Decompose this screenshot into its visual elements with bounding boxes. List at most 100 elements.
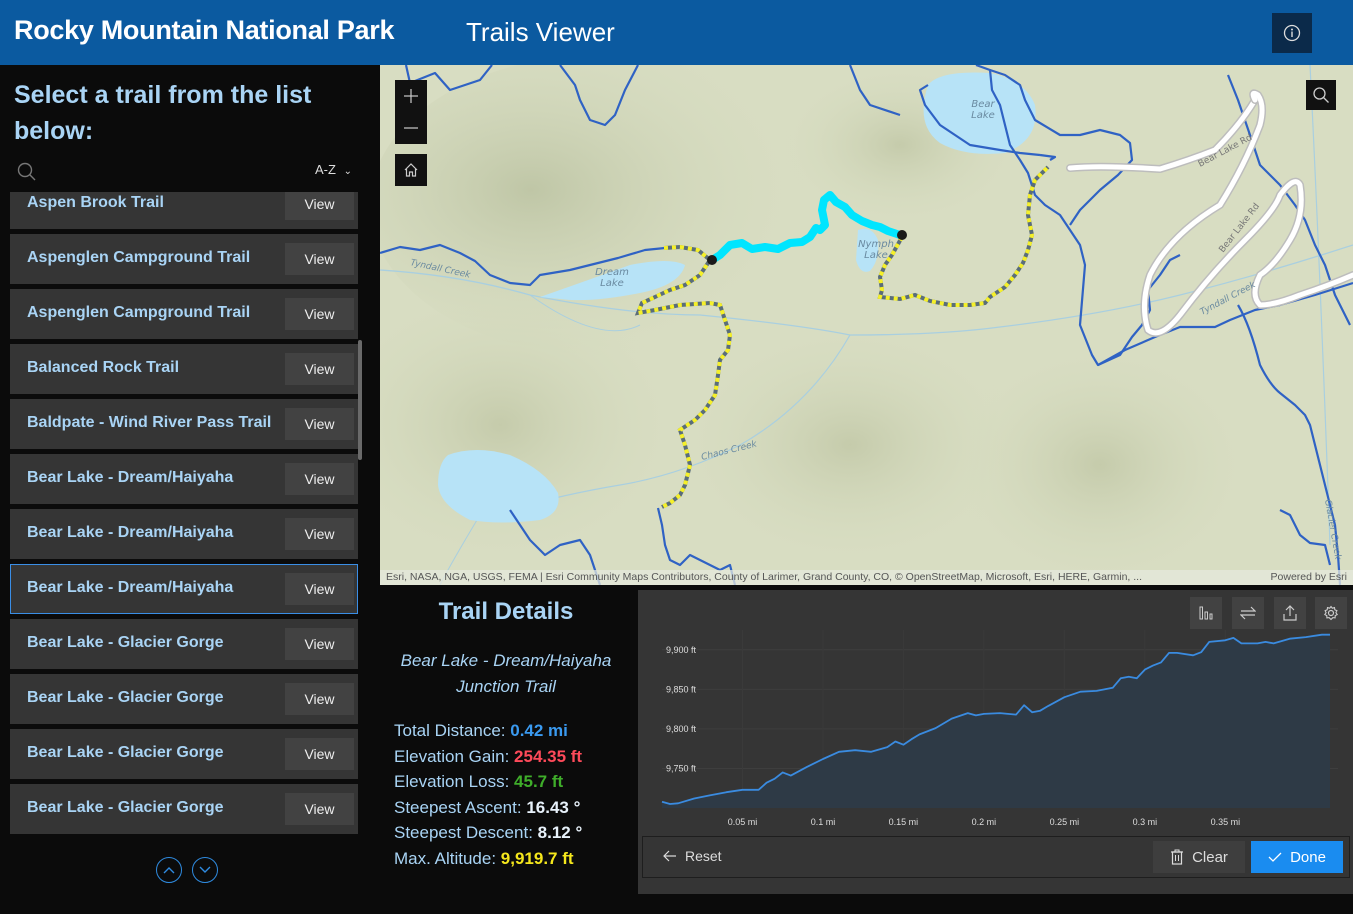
view-trail-button[interactable]: View <box>285 573 354 605</box>
stat-value: 8.12 ° <box>537 823 583 842</box>
stat-value: 16.43 ° <box>526 797 581 817</box>
trail-name-label: Bear Lake - Glacier Gorge <box>27 799 224 816</box>
settings-button[interactable] <box>1315 597 1347 629</box>
x-tick-label: 0.25 mi <box>1050 817 1080 827</box>
minus-icon <box>404 127 418 129</box>
trail-start-marker <box>707 255 717 265</box>
scroll-down-button[interactable] <box>192 857 218 883</box>
view-trail-button[interactable]: View <box>285 353 354 385</box>
list-prompt: Select a trail from the list below: <box>14 81 312 145</box>
legend-button[interactable] <box>1190 597 1222 629</box>
trail-list-item[interactable]: Bear Lake - Dream/Haiyaha View <box>10 564 358 614</box>
x-tick-label: 0.2 mi <box>972 817 997 827</box>
trash-icon <box>1171 849 1184 865</box>
trail-list-item[interactable]: Aspen Brook Trail View <box>10 192 358 229</box>
trail-list-item[interactable]: Bear Lake - Glacier Gorge View <box>10 619 358 669</box>
trail-name-label: Bear Lake - Glacier Gorge <box>27 689 224 706</box>
stat-value: 9,919.7 ft <box>500 848 574 868</box>
trail-name-label: Aspen Brook Trail <box>27 194 164 211</box>
trail-list-item[interactable]: Bear Lake - Glacier Gorge View <box>10 729 358 779</box>
app-header: Rocky Mountain National Park Trails View… <box>0 0 1353 65</box>
view-trail-button[interactable]: View <box>285 683 354 715</box>
trail-list-item[interactable]: Bear Lake - Dream/Haiyaha View <box>10 454 358 504</box>
y-tick-label: 9,800 ft <box>666 724 697 734</box>
attribution-text: Esri, NASA, NGA, USGS, FEMA | Esri Commu… <box>386 571 1142 583</box>
view-trail-button[interactable]: View <box>285 518 354 550</box>
trail-name-label: Bear Lake - Glacier Gorge <box>27 744 224 761</box>
trail-list: Aspen Brook Trail View Aspenglen Campgroun… <box>10 192 358 838</box>
info-button[interactable] <box>1272 13 1312 53</box>
sort-dropdown[interactable]: A-Z ⌄ <box>315 162 352 177</box>
view-trail-button[interactable]: View <box>285 463 354 495</box>
powered-by-esri[interactable]: Powered by Esri <box>1271 570 1347 585</box>
trail-end-marker <box>897 230 907 240</box>
view-trail-button[interactable]: View <box>285 298 354 330</box>
scroll-up-button[interactable] <box>156 857 182 883</box>
trail-list-item[interactable]: Bear Lake - Dream/Haiyaha View <box>10 509 358 559</box>
trail-list-item[interactable]: Bear Lake - Glacier Gorge View <box>10 784 358 834</box>
view-trail-button[interactable]: View <box>285 408 354 440</box>
chevron-up-circle-icon <box>163 867 175 874</box>
x-tick-label: 0.3 mi <box>1133 817 1158 827</box>
stat-value: 45.7 ft <box>514 772 564 791</box>
stat-value: 254.35 ft <box>514 746 583 766</box>
trail-name-label: Bear Lake - Glacier Gorge <box>27 634 224 651</box>
x-tick-label: 0.35 mi <box>1211 817 1241 827</box>
stat-row: Total Distance: 0.42 mi <box>394 718 582 744</box>
reset-button[interactable]: Reset <box>663 848 722 864</box>
x-tick-label: 0.15 mi <box>889 817 919 827</box>
trail-list-item[interactable]: Aspenglen Campground Trail View <box>10 234 358 284</box>
trail-list-item[interactable]: Balanced Rock Trail View <box>10 344 358 394</box>
swap-direction-button[interactable] <box>1232 597 1264 629</box>
trail-name-label: Baldpate - Wind River Pass Trail <box>27 414 272 431</box>
search-icon <box>1313 87 1329 103</box>
map-attribution: Esri, NASA, NGA, USGS, FEMA | Esri Commu… <box>380 570 1353 585</box>
done-label: Done <box>1290 848 1326 866</box>
clear-button[interactable]: Clear <box>1153 841 1245 873</box>
map-view[interactable]: Bear Lake Dream Lake Nymph Lake Tyndall Cre… <box>380 65 1353 585</box>
trail-list-item[interactable]: Aspenglen Campground Trail View <box>10 289 358 339</box>
list-scrollbar[interactable] <box>358 340 362 460</box>
stat-label: Elevation Loss: <box>394 772 510 791</box>
stat-row: Elevation Loss: 45.7 ft <box>394 769 582 795</box>
sort-label: A-Z <box>315 162 336 177</box>
checkmark-icon <box>1268 852 1282 862</box>
info-icon <box>1283 24 1301 42</box>
map-search-button[interactable] <box>1306 80 1336 110</box>
home-button[interactable] <box>395 154 427 186</box>
export-icon <box>1283 605 1297 621</box>
trail-name-label: Bear Lake - Dream/Haiyaha <box>27 579 234 596</box>
legend-icon <box>1199 606 1213 620</box>
trail-stats: Total Distance: 0.42 mi Elevation Gain: 2… <box>394 718 582 871</box>
reset-label: Reset <box>685 848 722 864</box>
view-trail-button[interactable]: View <box>285 243 354 275</box>
trail-name: Bear Lake - Dream/Haiyaha Junction Trail <box>400 651 612 696</box>
stat-label: Elevation Gain: <box>394 746 510 766</box>
view-trail-button[interactable]: View <box>285 628 354 660</box>
view-trail-button[interactable]: View <box>285 738 354 770</box>
view-trail-button[interactable]: View <box>285 192 354 220</box>
y-tick-label: 9,750 ft <box>666 763 697 773</box>
trail-name-label: Balanced Rock Trail <box>27 359 180 376</box>
stat-label: Steepest Descent: <box>394 823 533 842</box>
basemap: Bear Lake Dream Lake Nymph Lake Tyndall Cre… <box>380 65 1353 585</box>
trail-list-item[interactable]: Baldpate - Wind River Pass Trail View <box>10 399 358 449</box>
trail-name-label: Aspenglen Campground Trail <box>27 304 251 321</box>
app-title: Rocky Mountain National Park <box>14 15 395 45</box>
chevron-down-circle-icon <box>199 866 211 873</box>
trail-name-label: Bear Lake - Dream/Haiyaha <box>27 469 234 486</box>
search-icon[interactable] <box>17 162 37 182</box>
export-button[interactable] <box>1274 597 1306 629</box>
x-tick-label: 0.1 mi <box>811 817 836 827</box>
trail-name-label: Aspenglen Campground Trail <box>27 249 251 266</box>
done-button[interactable]: Done <box>1251 841 1343 873</box>
chevron-down-icon: ⌄ <box>343 166 352 177</box>
trail-list-item[interactable]: Bear Lake - Glacier Gorge View <box>10 674 358 724</box>
zoom-in-button[interactable] <box>395 80 427 112</box>
bear-lake-label: Bear Lake <box>971 99 995 121</box>
trail-details-panel: Trail Details Bear Lake - Dream/Haiyaha … <box>380 590 638 914</box>
zoom-out-button[interactable] <box>395 112 427 144</box>
view-trail-button[interactable]: View <box>285 793 354 825</box>
elevation-profile-panel: 9,750 ft 9,800 ft 9,850 ft 9,900 ft 0.05 mi 0… <box>638 590 1353 894</box>
stat-row: Elevation Gain: 254.35 ft <box>394 744 582 770</box>
